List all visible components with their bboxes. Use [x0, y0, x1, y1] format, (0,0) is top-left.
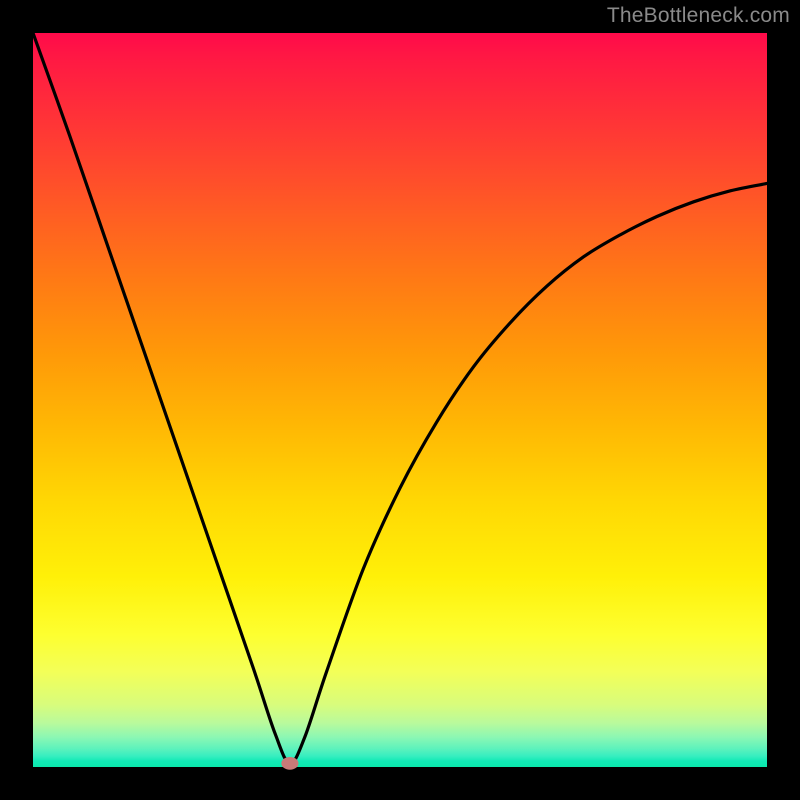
chart-plot-area [33, 33, 767, 767]
bottleneck-curve [33, 33, 767, 763]
curve-minimum-marker [282, 757, 298, 769]
bottleneck-curve-svg [33, 33, 767, 767]
watermark-label: TheBottleneck.com [607, 4, 790, 28]
chart-frame: TheBottleneck.com [0, 0, 800, 800]
